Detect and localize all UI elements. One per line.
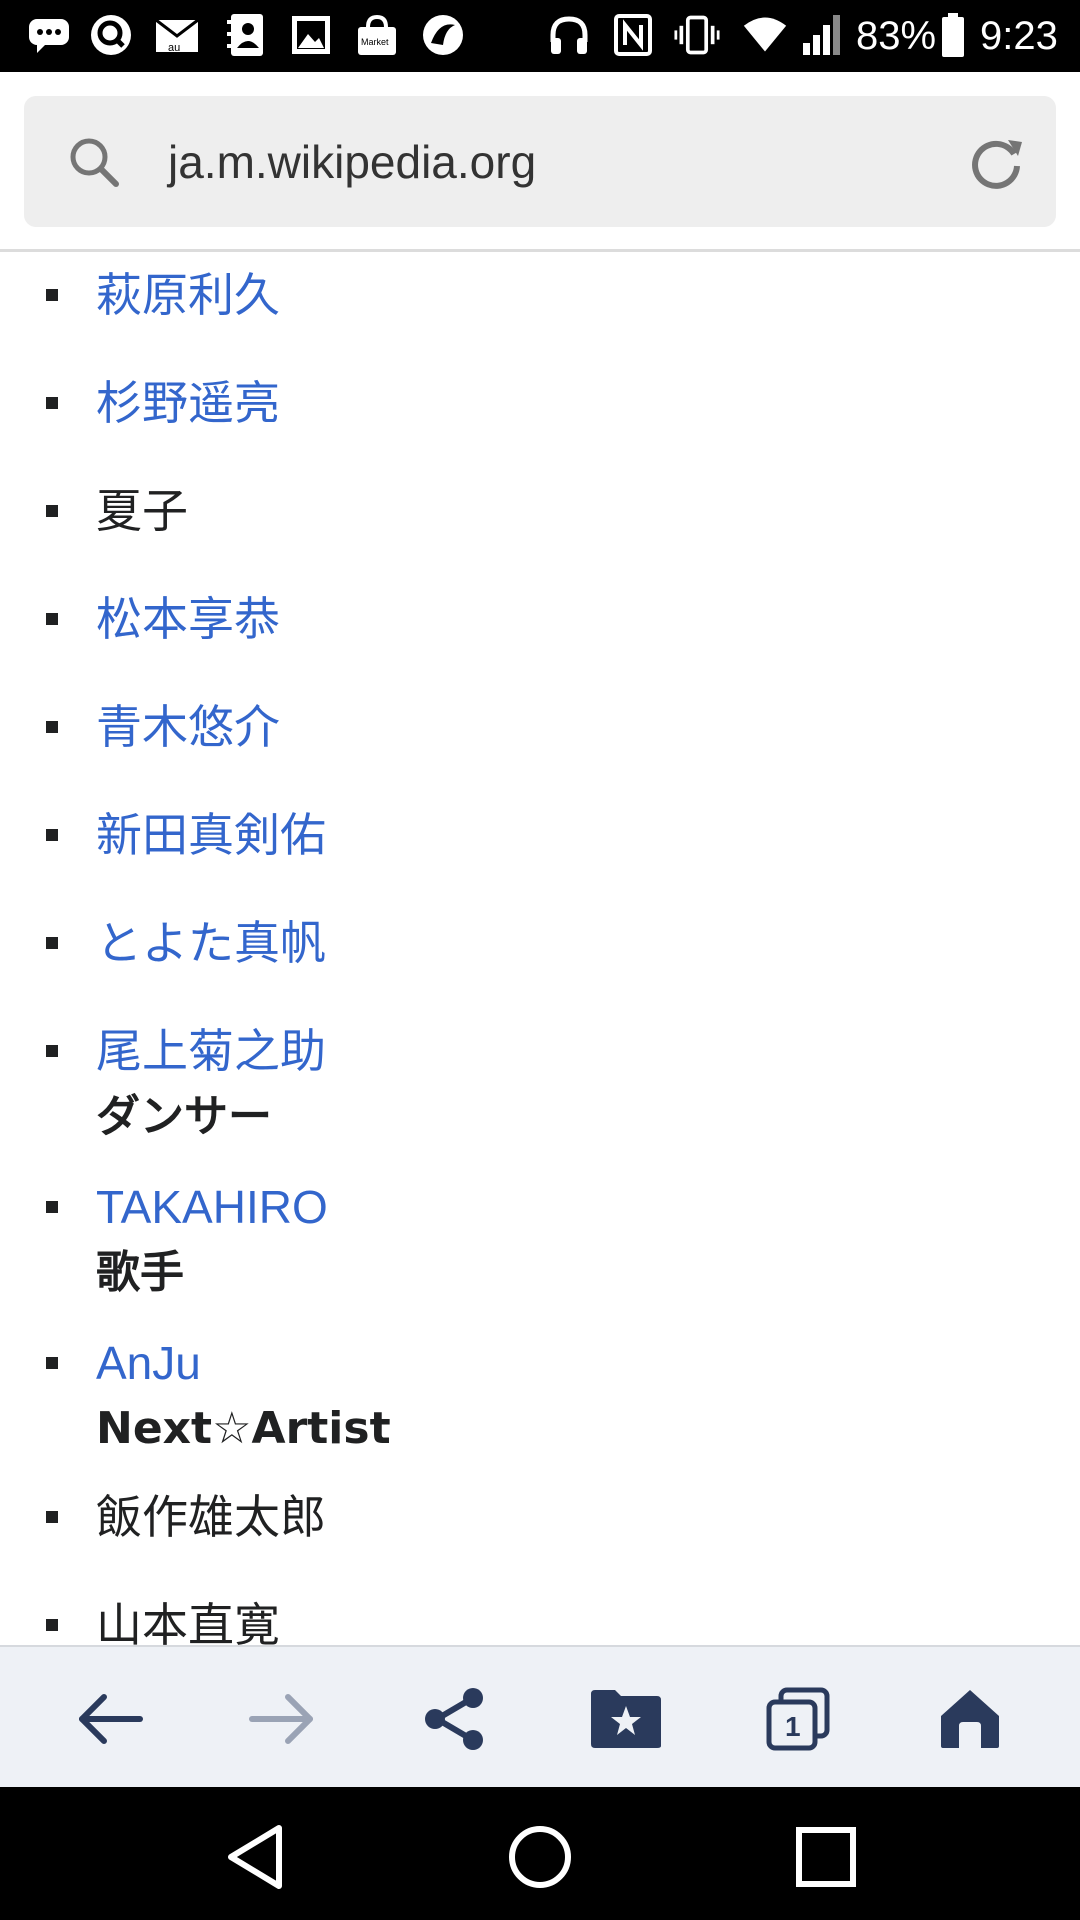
contacts-icon	[222, 12, 268, 58]
forward-icon	[249, 1694, 313, 1744]
bullet-marker	[46, 1201, 58, 1213]
nav-home-icon	[509, 1826, 571, 1888]
quick-search-icon	[88, 12, 134, 58]
address-bar[interactable]: ja.m.wikipedia.org	[24, 96, 1056, 227]
vibrate-icon	[674, 12, 720, 58]
market-icon: Market	[354, 12, 400, 58]
bullet-marker	[46, 397, 58, 409]
bullet-marker	[46, 613, 58, 625]
au-label: au	[168, 42, 180, 54]
tab-count: 1	[785, 1711, 801, 1742]
bullet-marker	[46, 1045, 58, 1057]
nav-home-button[interactable]	[500, 1817, 580, 1897]
person-link[interactable]: 杉野遥亮	[96, 373, 280, 433]
bullet-marker	[46, 1511, 58, 1523]
bullet-marker	[46, 829, 58, 841]
battery-percent: 83%	[856, 14, 937, 58]
gallery-icon	[288, 12, 334, 58]
clock-time: 9:23	[980, 14, 1058, 58]
person-name: 夏子	[96, 484, 188, 538]
person-name: 山本直寛	[96, 1598, 280, 1645]
home-icon	[941, 1690, 999, 1748]
home-button[interactable]	[928, 1677, 1012, 1761]
system-navigation-bar	[0, 1787, 1080, 1920]
battery-icon	[938, 12, 968, 58]
person-link[interactable]: TAKAHIRO	[96, 1177, 328, 1237]
bullet-marker	[46, 289, 58, 301]
back-icon	[79, 1694, 143, 1744]
signal-icon	[800, 12, 846, 58]
moon-app-icon	[420, 12, 466, 58]
person-name: 飯作雄太郎	[96, 1490, 326, 1544]
person-link[interactable]: 新田真剣佑	[96, 805, 326, 865]
nav-recents-icon	[796, 1827, 856, 1887]
bullet-marker	[46, 937, 58, 949]
chat-bubble-icon	[26, 12, 72, 58]
back-button[interactable]	[68, 1677, 152, 1761]
person-link[interactable]: 尾上菊之助	[96, 1021, 326, 1081]
person-link[interactable]: 松本享恭	[96, 589, 280, 649]
forward-button[interactable]	[240, 1677, 324, 1761]
tabs-icon: 1	[766, 1687, 830, 1751]
person-link[interactable]: 萩原利久	[96, 265, 280, 325]
section-label-singer: 歌手	[96, 1247, 184, 1298]
status-bar: au Market 83% 9:23	[0, 0, 1080, 72]
bookmarks-button[interactable]	[584, 1677, 668, 1761]
wifi-icon	[742, 12, 788, 58]
person-link[interactable]: とよた真帆	[96, 913, 326, 973]
section-label-dancer: ダンサー	[96, 1091, 272, 1142]
reload-icon[interactable]	[964, 130, 1028, 194]
person-link[interactable]: AnJu	[96, 1333, 201, 1393]
search-icon	[66, 134, 122, 190]
bookmarks-icon	[591, 1690, 661, 1748]
headphones-icon	[546, 12, 592, 58]
section-label-next-artist: Next☆Artist	[96, 1403, 391, 1454]
article-content: 萩原利久 杉野遥亮 夏子 松本享恭 青木悠介 新田真剣佑 とよた真帆 尾上菊之助…	[0, 255, 1080, 1645]
bullet-marker	[46, 1357, 58, 1369]
nav-back-icon	[228, 1825, 282, 1889]
person-link[interactable]: 青木悠介	[96, 697, 280, 757]
au-mail-icon: au	[154, 12, 200, 58]
share-icon	[425, 1688, 483, 1750]
bullet-marker	[46, 505, 58, 517]
nfc-icon	[610, 12, 656, 58]
bullet-marker	[46, 1619, 58, 1631]
share-button[interactable]	[412, 1677, 496, 1761]
bullet-marker	[46, 721, 58, 733]
nav-recents-button[interactable]	[786, 1817, 866, 1897]
nav-back-button[interactable]	[216, 1817, 296, 1897]
browser-toolbar: ja.m.wikipedia.org	[0, 72, 1080, 252]
bottom-toolbar: 1	[0, 1645, 1080, 1787]
market-label: Market	[361, 37, 389, 47]
tabs-button[interactable]: 1	[756, 1677, 840, 1761]
url-text[interactable]: ja.m.wikipedia.org	[168, 130, 536, 194]
